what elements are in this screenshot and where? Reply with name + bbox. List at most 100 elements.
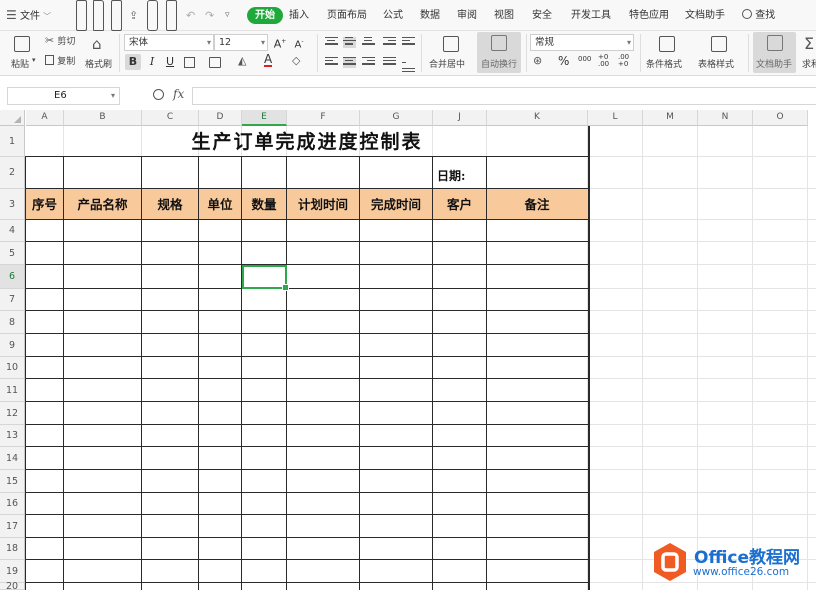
- fill-bucket-icon[interactable]: ◭: [238, 54, 246, 67]
- conditional-format-button[interactable]: 条件格式: [645, 34, 693, 72]
- column-header-a[interactable]: A: [26, 110, 64, 126]
- tab-review[interactable]: 审阅: [457, 0, 477, 31]
- column-header-d[interactable]: D: [199, 110, 242, 126]
- zoom-icon[interactable]: [153, 89, 164, 100]
- insert-function-button[interactable]: fx: [173, 87, 184, 101]
- italic-button[interactable]: I: [144, 54, 160, 70]
- header-cell-product-name[interactable]: 产品名称: [64, 189, 141, 220]
- format-painter-button[interactable]: ⌂ 格式刷: [84, 34, 114, 72]
- row-header-11[interactable]: 11: [0, 379, 25, 402]
- column-header-f[interactable]: F: [287, 110, 360, 126]
- copy-button[interactable]: 复制: [45, 54, 75, 67]
- indent-decrease-icon[interactable]: [383, 37, 396, 48]
- increase-decimal-button[interactable]: +0 .00: [598, 54, 612, 68]
- column-header-c[interactable]: C: [142, 110, 199, 126]
- paste-button[interactable]: 粘贴 ▾: [8, 34, 38, 72]
- decrease-decimal-button[interactable]: .00 +0: [618, 54, 632, 68]
- row-header-14[interactable]: 14: [0, 447, 25, 470]
- row-header-18[interactable]: 18: [0, 538, 25, 560]
- currency-icon[interactable]: ⊛: [533, 54, 542, 67]
- column-header-j[interactable]: J: [433, 110, 487, 126]
- formula-input[interactable]: [192, 87, 816, 105]
- row-header-19[interactable]: 19: [0, 560, 25, 583]
- tab-view[interactable]: 视图: [494, 0, 514, 31]
- column-header-e[interactable]: E: [242, 110, 287, 126]
- open-folder-icon[interactable]: [93, 0, 104, 31]
- tab-doc-assistant[interactable]: 文档助手: [685, 0, 725, 31]
- tab-security[interactable]: 安全: [532, 0, 552, 31]
- font-size-select[interactable]: 12 ▾: [214, 34, 268, 51]
- search-button[interactable]: 查找: [742, 0, 775, 31]
- header-cell-quantity[interactable]: 数量: [242, 189, 286, 220]
- distributed-icon[interactable]: [402, 57, 415, 73]
- column-header-m[interactable]: M: [643, 110, 698, 126]
- align-center-icon[interactable]: [343, 57, 356, 68]
- row-header-20[interactable]: 20: [0, 582, 25, 590]
- header-cell-planned-time[interactable]: 计划时间: [287, 189, 359, 220]
- decrease-font-icon[interactable]: A-: [291, 34, 307, 50]
- number-format-select[interactable]: 常规 ▾: [530, 34, 634, 51]
- spreadsheet-grid[interactable]: ABCDEFGJKLMNO 1 2 3 4 5 6 7 8 9 10 11 12 13 14 15 16 17 1…: [0, 110, 816, 590]
- export-icon[interactable]: ⇪: [129, 0, 138, 31]
- doc-assistant-button[interactable]: 文档助手: [753, 32, 796, 73]
- font-color-icon[interactable]: A: [264, 53, 273, 67]
- header-cell-unit[interactable]: 单位: [199, 189, 241, 220]
- row-header-3[interactable]: 3: [0, 189, 25, 220]
- row-header-9[interactable]: 9: [0, 334, 25, 357]
- header-cell-spec[interactable]: 规格: [142, 189, 198, 220]
- print-preview-icon[interactable]: [166, 0, 177, 31]
- header-cell-customer[interactable]: 客户: [433, 189, 486, 220]
- merge-center-button[interactable]: 合并居中: [428, 34, 474, 72]
- row-header-12[interactable]: 12: [0, 402, 25, 425]
- indent-increase-icon[interactable]: [402, 37, 415, 48]
- tab-special-apps[interactable]: 特色应用: [629, 0, 669, 31]
- wrap-text-button[interactable]: 自动换行: [477, 32, 521, 73]
- fill-color-icon[interactable]: [209, 57, 221, 68]
- name-box[interactable]: E6 ▾: [7, 87, 120, 105]
- align-right-icon[interactable]: [362, 57, 375, 68]
- tab-start[interactable]: 开始: [247, 7, 283, 24]
- header-cell-completed-time[interactable]: 完成时间: [360, 189, 432, 220]
- row-header-15[interactable]: 15: [0, 470, 25, 493]
- header-cell-index[interactable]: 序号: [26, 189, 63, 220]
- table-style-button[interactable]: 表格样式: [697, 34, 745, 72]
- align-middle-icon[interactable]: [343, 37, 356, 48]
- column-header-b[interactable]: B: [64, 110, 142, 126]
- quick-access-dropdown-icon[interactable]: ▿: [225, 0, 230, 31]
- row-header-1[interactable]: 1: [0, 126, 25, 157]
- row-header-10[interactable]: 10: [0, 357, 25, 379]
- tab-insert[interactable]: 插入: [289, 0, 309, 31]
- increase-font-icon[interactable]: A+: [272, 34, 288, 51]
- row-header-17[interactable]: 17: [0, 515, 25, 538]
- row-header-7[interactable]: 7: [0, 289, 25, 311]
- column-header-g[interactable]: G: [360, 110, 433, 126]
- row-header-2[interactable]: 2: [0, 157, 25, 189]
- print-icon[interactable]: [147, 0, 158, 31]
- bold-button[interactable]: B: [125, 54, 141, 70]
- column-header-k[interactable]: K: [487, 110, 588, 126]
- cut-button[interactable]: ✂ 剪切: [45, 34, 75, 47]
- column-header-o[interactable]: O: [753, 110, 808, 126]
- sum-button[interactable]: Σ 求和: [800, 34, 816, 72]
- header-cell-notes[interactable]: 备注: [487, 189, 587, 220]
- row-header-6[interactable]: 6: [0, 265, 25, 289]
- font-name-select[interactable]: 宋体 ▾: [124, 34, 214, 51]
- column-header-n[interactable]: N: [698, 110, 753, 126]
- clear-format-icon[interactable]: ◇: [292, 54, 300, 67]
- row-header-5[interactable]: 5: [0, 242, 25, 265]
- save-icon[interactable]: [111, 0, 122, 31]
- borders-icon[interactable]: [184, 57, 195, 68]
- align-bottom-icon[interactable]: [362, 37, 375, 48]
- thousands-button[interactable]: 000: [578, 55, 591, 63]
- new-file-icon[interactable]: [76, 0, 87, 31]
- redo-icon[interactable]: ↷: [205, 0, 214, 31]
- undo-icon[interactable]: ↶: [186, 0, 195, 31]
- tab-developer[interactable]: 开发工具: [571, 0, 611, 31]
- tab-page-layout[interactable]: 页面布局: [327, 0, 367, 31]
- tab-data[interactable]: 数据: [420, 0, 440, 31]
- justify-icon[interactable]: [383, 57, 396, 68]
- active-cell-e6[interactable]: [242, 265, 289, 291]
- row-header-4[interactable]: 4: [0, 220, 25, 242]
- file-menu[interactable]: ☰ 文件 ﹀: [6, 0, 51, 31]
- align-top-icon[interactable]: [325, 37, 338, 48]
